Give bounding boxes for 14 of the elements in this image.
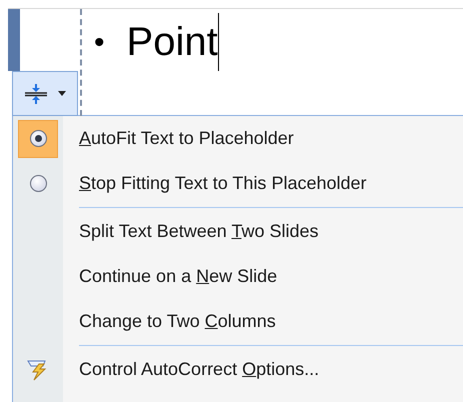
selection-bar: [8, 9, 20, 71]
menu-item[interactable]: Split Text Between Two Slides: [79, 218, 318, 245]
selected-radio[interactable]: [18, 120, 58, 158]
autofit-icon: [24, 82, 48, 104]
menu-item[interactable]: AutoFit Text to Placeholder: [79, 125, 294, 152]
menu-item[interactable]: Stop Fitting Text to This Placeholder: [79, 170, 366, 197]
menu-item[interactable]: Change to Two Columns: [79, 308, 276, 335]
menu-item[interactable]: Continue on a New Slide: [79, 263, 278, 290]
bullet: •: [94, 24, 105, 60]
slide-text: Point: [126, 19, 218, 66]
autofit-options-button[interactable]: [12, 71, 78, 116]
caret-icon: [58, 91, 66, 96]
menu-item[interactable]: Control AutoCorrect Options...: [79, 356, 320, 383]
text-cursor: [218, 13, 219, 71]
